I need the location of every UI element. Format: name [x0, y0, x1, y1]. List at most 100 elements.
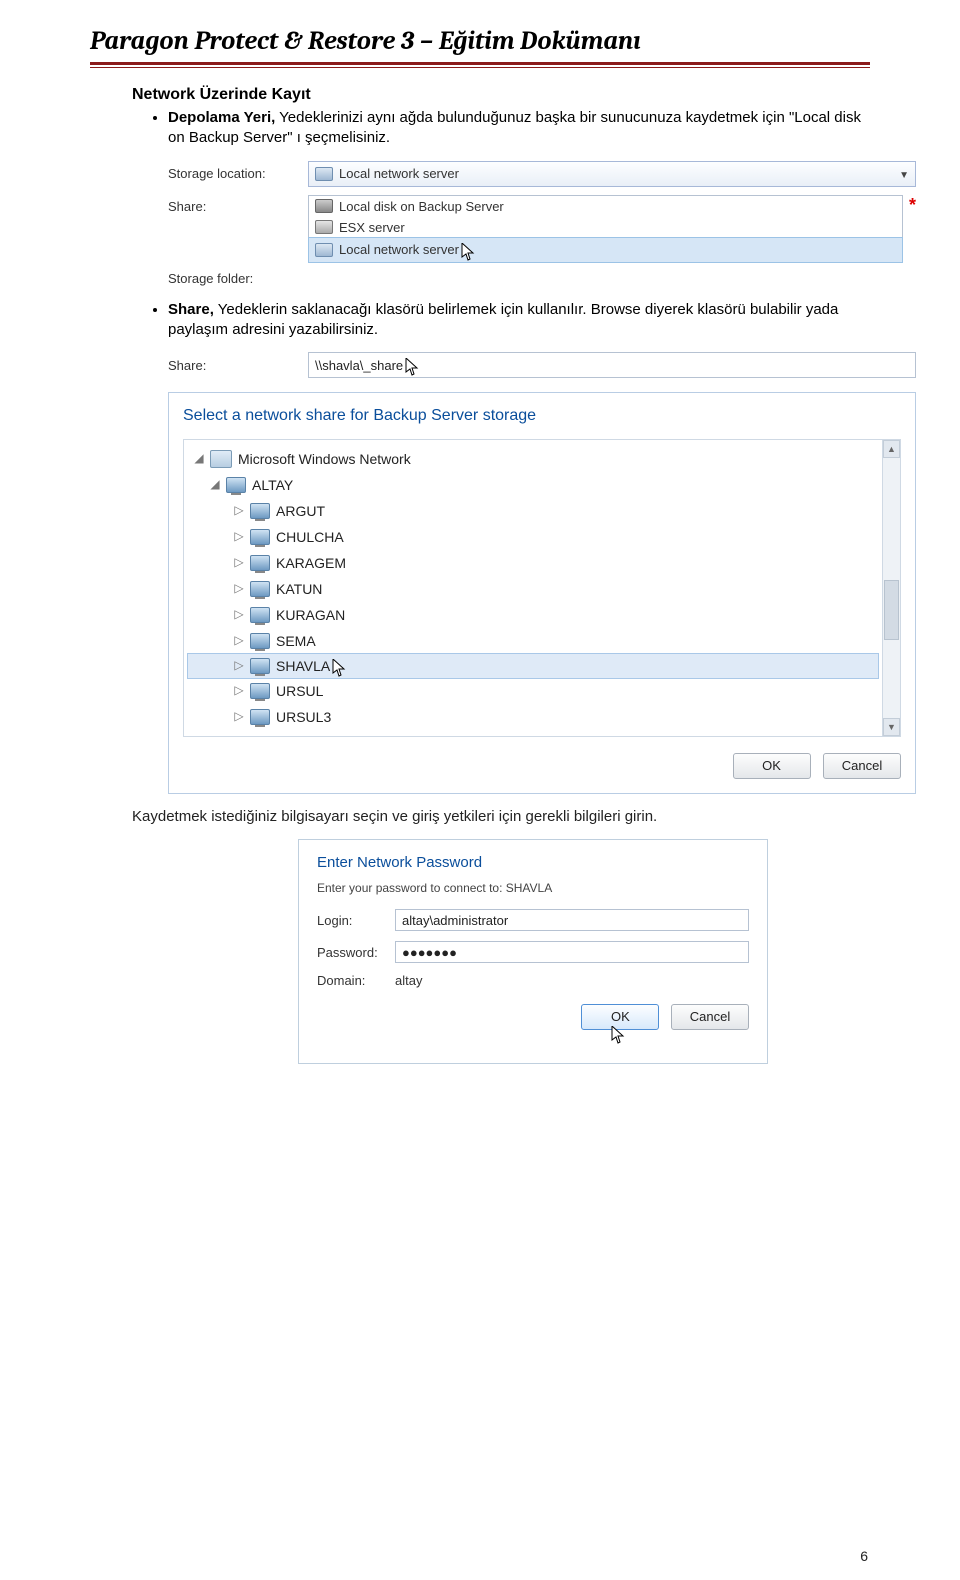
- login-value: altay\administrator: [402, 913, 508, 928]
- collapse-icon[interactable]: ◢: [192, 452, 206, 466]
- password-input[interactable]: ●●●●●●●: [395, 941, 749, 963]
- tree-node-label: ARGUT: [276, 503, 325, 519]
- storage-location-combo[interactable]: Local network server ▼: [308, 161, 916, 187]
- login-label: Login:: [317, 913, 395, 928]
- computer-icon: [250, 555, 270, 571]
- cursor-icon: [611, 1026, 625, 1044]
- dd-item-label: Local network server: [339, 242, 459, 257]
- scroll-up-icon[interactable]: ▲: [883, 440, 900, 458]
- share-input[interactable]: \\shavla\_share: [308, 352, 916, 378]
- storage-location-label: Storage location:: [168, 166, 308, 181]
- paragraph-select-computer: Kaydetmek istediğiniz bilgisayarı seçin …: [132, 808, 870, 825]
- dd-item-local-network[interactable]: Local network server: [308, 237, 903, 263]
- tree-node[interactable]: ▷ KARAGEM: [188, 550, 878, 576]
- expand-icon[interactable]: ▷: [232, 556, 246, 570]
- page-number: 6: [860, 1548, 868, 1564]
- login-input[interactable]: altay\administrator: [395, 909, 749, 931]
- domain-value: altay: [395, 973, 749, 988]
- chevron-down-icon: ▼: [899, 170, 909, 181]
- tree-node[interactable]: ▷ SEMA: [188, 628, 878, 654]
- tree-group-label: ALTAY: [252, 477, 293, 493]
- expand-icon[interactable]: ▷: [232, 684, 246, 698]
- computer-icon: [250, 607, 270, 623]
- computer-icon: [250, 581, 270, 597]
- tree-node-label: SHAVLA: [276, 658, 330, 674]
- storage-location-value: Local network server: [339, 166, 459, 181]
- network-password-dialog: Enter Network Password Enter your passwo…: [298, 839, 768, 1064]
- network-share-dialog: Select a network share for Backup Server…: [168, 392, 916, 794]
- password-dialog-subtitle: Enter your password to connect to: SHAVL…: [317, 881, 749, 895]
- tree-node-label: KATUN: [276, 581, 322, 597]
- tree-node[interactable]: ▷ KURAGAN: [188, 602, 878, 628]
- network-icon: [210, 450, 232, 468]
- expand-icon[interactable]: ▷: [232, 659, 246, 673]
- server-stack-icon: [315, 220, 333, 234]
- expand-icon[interactable]: ▷: [232, 710, 246, 724]
- bullet-share-text: Yedeklerin saklanacağı klasörü belirleme…: [168, 301, 838, 338]
- cancel-button[interactable]: Cancel: [823, 753, 901, 779]
- password-dialog-title: Enter Network Password: [317, 854, 749, 871]
- title-rule: [90, 62, 870, 68]
- computer-icon: [250, 633, 270, 649]
- ok-button[interactable]: OK: [733, 753, 811, 779]
- tree-node-label: CHULCHA: [276, 529, 344, 545]
- domain-label: Domain:: [317, 973, 395, 988]
- tree-group[interactable]: ◢ ALTAY: [188, 472, 878, 498]
- tree-node[interactable]: ▷ CHULCHA: [188, 524, 878, 550]
- collapse-icon[interactable]: ◢: [208, 478, 222, 492]
- tree-node-selected[interactable]: ▷ SHAVLA: [187, 653, 879, 679]
- computer-icon: [250, 658, 270, 674]
- tree-node[interactable]: ▷ KATUN: [188, 576, 878, 602]
- storage-folder-label: Storage folder:: [168, 271, 308, 286]
- bullet-storage: Depolama Yeri, Yedeklerinizi aynı ağda b…: [168, 108, 870, 149]
- scroll-thumb[interactable]: [884, 580, 899, 640]
- storage-location-panel: Storage location: Local network server ▼…: [168, 161, 916, 286]
- scrollbar[interactable]: ▲ ▼: [883, 439, 901, 737]
- expand-icon[interactable]: ▷: [232, 608, 246, 622]
- share-label-2: Share:: [168, 358, 308, 373]
- bullet-share: Share, Yedeklerin saklanacağı klasörü be…: [168, 300, 870, 341]
- scroll-down-icon[interactable]: ▼: [883, 718, 900, 736]
- tree-node-label: URSUL: [276, 683, 323, 699]
- dd-item-local-disk[interactable]: Local disk on Backup Server: [309, 196, 902, 217]
- dialog-title: Select a network share for Backup Server…: [183, 407, 901, 425]
- computer-icon: [250, 529, 270, 545]
- share-label: Share:: [168, 195, 308, 214]
- expand-icon[interactable]: ▷: [232, 582, 246, 596]
- password-label: Password:: [317, 945, 395, 960]
- password-value: ●●●●●●●: [402, 945, 457, 960]
- expand-icon[interactable]: ▷: [232, 634, 246, 648]
- server-icon: [315, 243, 333, 257]
- tree-node[interactable]: ▷ URSUL: [188, 678, 878, 704]
- dd-item-label: Local disk on Backup Server: [339, 199, 504, 214]
- tree-root[interactable]: ◢ Microsoft Windows Network: [188, 446, 878, 472]
- tree-node[interactable]: ▷ ARGUT: [188, 498, 878, 524]
- computer-icon: [250, 683, 270, 699]
- cursor-icon: [332, 659, 346, 677]
- tree-node-label: URSUL3: [276, 709, 331, 725]
- cancel-button[interactable]: Cancel: [671, 1004, 749, 1030]
- tree-node[interactable]: ▷ URSUL3: [188, 704, 878, 730]
- expand-icon[interactable]: ▷: [232, 504, 246, 518]
- computer-icon: [250, 709, 270, 725]
- share-input-panel: Share: \\shavla\_share: [168, 352, 916, 378]
- bullet-share-bold: Share,: [168, 301, 214, 318]
- page-title: Paragon Protect & Restore 3 – Eğitim Dok…: [90, 26, 870, 62]
- dd-item-label: ESX server: [339, 220, 405, 235]
- section-heading: Network Üzerinde Kayıt: [132, 86, 870, 104]
- disk-icon: [315, 199, 333, 213]
- tree-node-label: SEMA: [276, 633, 316, 649]
- required-asterisk: *: [909, 195, 916, 216]
- cursor-icon: [405, 358, 419, 376]
- expand-icon[interactable]: ▷: [232, 530, 246, 544]
- server-icon: [315, 167, 333, 181]
- computer-icon: [250, 503, 270, 519]
- tree-node-label: KURAGAN: [276, 607, 345, 623]
- tree-root-label: Microsoft Windows Network: [238, 451, 411, 467]
- workgroup-icon: [226, 477, 246, 493]
- dd-item-esx[interactable]: ESX server: [309, 217, 902, 238]
- network-tree[interactable]: ◢ Microsoft Windows Network ◢ ALTAY ▷ AR…: [183, 439, 883, 737]
- cursor-icon: [461, 243, 475, 261]
- storage-location-dropdown[interactable]: Local disk on Backup Server ESX server L…: [308, 195, 903, 263]
- tree-node-label: KARAGEM: [276, 555, 346, 571]
